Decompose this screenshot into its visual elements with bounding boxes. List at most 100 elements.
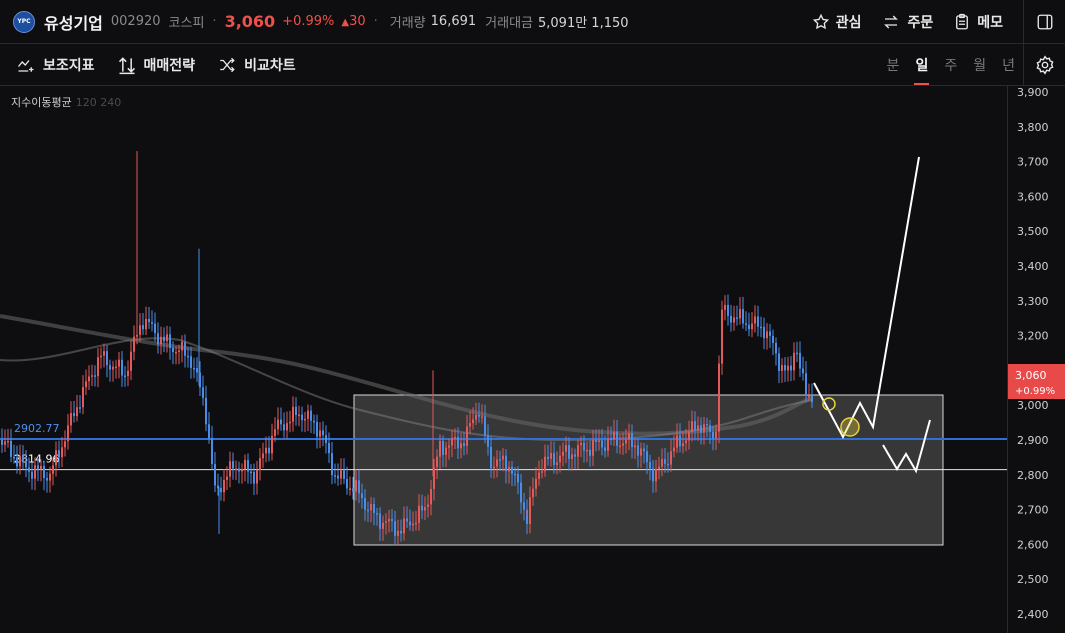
candle-body xyxy=(484,416,486,436)
candle-body xyxy=(409,521,411,526)
y-tick-label: 2,400 xyxy=(1017,608,1049,621)
candle-body xyxy=(436,456,438,468)
candle-body xyxy=(802,368,804,374)
volume-value: 16,691 xyxy=(430,14,477,29)
candle-body xyxy=(604,447,606,451)
candle-body xyxy=(736,317,738,319)
candle-body xyxy=(241,469,243,472)
watchlist-button[interactable]: 관심 xyxy=(812,12,861,32)
order-button[interactable]: 주문 xyxy=(881,12,933,32)
candle-body xyxy=(637,445,639,456)
candle-body xyxy=(685,440,687,444)
candle-body xyxy=(529,497,531,524)
period-tab-4[interactable]: 년 xyxy=(1002,55,1015,75)
candle-body xyxy=(70,413,72,426)
candle-body xyxy=(466,426,468,446)
candle-body xyxy=(481,416,483,418)
sidebar-toggle-button[interactable] xyxy=(1023,0,1065,44)
candle-body xyxy=(121,359,123,376)
candle-body xyxy=(277,419,279,430)
candle-body xyxy=(145,318,147,330)
candle-body xyxy=(340,470,342,479)
candle-body xyxy=(361,493,363,499)
candle-body xyxy=(295,406,297,416)
candle-body xyxy=(136,334,138,337)
change-amount: ▲30 xyxy=(341,14,366,29)
candle-body xyxy=(724,304,726,310)
candle-body xyxy=(67,425,69,442)
candle-body xyxy=(508,466,510,472)
y-tick-label: 3,500 xyxy=(1017,225,1049,238)
candle-body xyxy=(751,323,753,330)
candle-body xyxy=(265,447,267,454)
candle-body xyxy=(469,423,471,427)
price-chart[interactable]: 2,4002,5002,6002,7002,8002,9003,0003,100… xyxy=(0,86,1065,633)
separator-dot: · xyxy=(212,14,217,29)
candle-body xyxy=(472,419,474,424)
candle-body xyxy=(7,440,9,443)
candle-body xyxy=(322,430,324,436)
buy-sell-arrows-icon xyxy=(118,56,135,74)
period-tab-3[interactable]: 월 xyxy=(973,55,986,75)
compare-button[interactable]: 비교차트 xyxy=(217,55,296,75)
candle-body xyxy=(715,431,717,439)
candle-body xyxy=(670,451,672,465)
y-tick-label: 3,200 xyxy=(1017,330,1049,343)
period-tab-0[interactable]: 분 xyxy=(887,55,900,75)
candle-body xyxy=(181,341,183,351)
strategy-button[interactable]: 매매전략 xyxy=(117,55,195,75)
candle-body xyxy=(664,459,666,464)
y-tick-label: 3,800 xyxy=(1017,121,1049,134)
candle-body xyxy=(739,309,741,319)
candle-body xyxy=(511,466,513,474)
candle-body xyxy=(211,437,213,465)
candle-body xyxy=(682,443,684,447)
period-tab-1[interactable]: 일 xyxy=(914,55,930,85)
candle-body xyxy=(619,445,621,448)
candle-body xyxy=(103,351,105,356)
candle-body xyxy=(223,479,225,493)
candle-body xyxy=(679,435,681,447)
candle-body xyxy=(496,459,498,467)
candle-body xyxy=(52,465,54,474)
candle-body xyxy=(196,368,198,373)
candle-body xyxy=(244,460,246,470)
candle-body xyxy=(445,447,447,455)
candle-body xyxy=(694,421,696,430)
candle-body xyxy=(808,395,810,398)
candle-body xyxy=(310,410,312,421)
candle-body xyxy=(667,463,669,466)
y-tick-label: 3,600 xyxy=(1017,190,1049,203)
candle-body xyxy=(100,355,102,358)
candle-body xyxy=(631,433,633,448)
memo-button[interactable]: 메모 xyxy=(953,12,1003,32)
chart-settings-button[interactable] xyxy=(1023,44,1065,86)
candle-body xyxy=(118,359,120,367)
candle-body xyxy=(430,488,432,505)
market-name: 코스피 xyxy=(168,16,205,31)
candle-body xyxy=(781,365,783,371)
candle-body xyxy=(427,504,429,508)
candle-body xyxy=(442,440,444,455)
candle-body xyxy=(517,473,519,483)
candle-body xyxy=(262,453,264,459)
candle-body xyxy=(730,315,732,323)
candle-body xyxy=(316,421,318,437)
candle-body xyxy=(220,488,222,493)
period-tab-2[interactable]: 주 xyxy=(944,55,957,75)
candle-body xyxy=(328,443,330,454)
candle-body xyxy=(76,407,78,417)
candle-body xyxy=(787,365,789,371)
indicator-button[interactable]: 보조지표 xyxy=(16,55,95,75)
yellow-marker-large xyxy=(840,417,860,437)
candle-body xyxy=(613,431,615,440)
candle-body xyxy=(700,425,702,433)
candle-body xyxy=(772,335,774,343)
candle-body xyxy=(565,445,567,452)
candle-body xyxy=(319,430,321,437)
candle-body xyxy=(307,410,309,419)
candle-body xyxy=(544,456,546,472)
candle-body xyxy=(1,440,3,445)
candle-body xyxy=(274,429,276,436)
candle-body xyxy=(811,395,813,403)
